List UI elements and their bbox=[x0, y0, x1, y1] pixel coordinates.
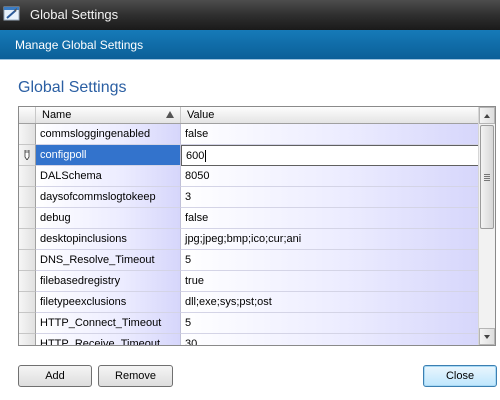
setting-name-cell[interactable]: desktopinclusions bbox=[36, 229, 181, 250]
setting-name-cell[interactable]: HTTP_Receive_Timeout bbox=[36, 334, 181, 345]
setting-value-cell[interactable]: 8050 bbox=[181, 166, 479, 187]
setting-name-cell[interactable]: commsloggingenabled bbox=[36, 124, 181, 145]
setting-value-text: 600 bbox=[186, 150, 205, 162]
setting-value-cell[interactable]: 30 bbox=[181, 334, 479, 345]
header-title: Manage Global Settings bbox=[15, 38, 144, 52]
column-header-name[interactable]: Name bbox=[36, 107, 181, 123]
setting-value-cell[interactable]: 5 bbox=[181, 313, 479, 334]
row-selector[interactable] bbox=[19, 250, 36, 271]
setting-value-cell[interactable]: false bbox=[181, 208, 479, 229]
setting-name-cell[interactable]: filetypeexclusions bbox=[36, 292, 181, 313]
row-selector[interactable] bbox=[19, 208, 36, 229]
setting-name-cell[interactable]: DNS_Resolve_Timeout bbox=[36, 250, 181, 271]
setting-value-editor[interactable]: 600 bbox=[181, 145, 479, 166]
pencil-icon bbox=[24, 150, 30, 160]
text-caret bbox=[205, 150, 207, 163]
row-selector[interactable] bbox=[19, 313, 36, 334]
add-button[interactable]: Add bbox=[18, 365, 92, 387]
scrollbar-thumb[interactable] bbox=[480, 125, 494, 229]
table-row[interactable]: desktopinclusions jpg;jpeg;bmp;ico;cur;a… bbox=[19, 229, 479, 250]
page-heading: Global Settings bbox=[18, 79, 127, 96]
settings-grid: Name Value commsloggingenabled false con… bbox=[18, 106, 496, 346]
grip-line bbox=[484, 180, 490, 181]
grip-line bbox=[484, 174, 490, 175]
row-selector[interactable] bbox=[19, 292, 36, 313]
row-selector[interactable] bbox=[19, 187, 36, 208]
row-selector[interactable] bbox=[19, 124, 36, 145]
table-row[interactable]: HTTP_Connect_Timeout 5 bbox=[19, 313, 479, 334]
setting-value-cell[interactable]: dll;exe;sys;pst;ost bbox=[181, 292, 479, 313]
setting-value-cell[interactable]: 5 bbox=[181, 250, 479, 271]
column-header-name-label: Name bbox=[42, 109, 72, 121]
setting-name-cell[interactable]: filebasedregistry bbox=[36, 271, 181, 292]
table-row[interactable]: filebasedregistry true bbox=[19, 271, 479, 292]
grid-corner-cell[interactable] bbox=[19, 107, 36, 123]
row-selector[interactable] bbox=[19, 229, 36, 250]
table-row-selected[interactable]: configpoll 600 bbox=[19, 145, 479, 166]
arrow-up-icon bbox=[484, 114, 490, 118]
setting-name-cell[interactable]: debug bbox=[36, 208, 181, 229]
scroll-down-button[interactable] bbox=[479, 328, 495, 345]
title-bar: Global Settings bbox=[0, 0, 500, 30]
grip-line bbox=[484, 176, 490, 177]
table-row[interactable]: DALSchema 8050 bbox=[19, 166, 479, 187]
scroll-up-button[interactable] bbox=[479, 107, 495, 124]
setting-value-cell[interactable]: false bbox=[181, 124, 479, 145]
remove-button[interactable]: Remove bbox=[98, 365, 173, 387]
column-header-value[interactable]: Value bbox=[181, 107, 479, 123]
row-selector[interactable] bbox=[19, 145, 36, 166]
settings-window-icon bbox=[3, 6, 20, 21]
table-row[interactable]: filetypeexclusions dll;exe;sys;pst;ost bbox=[19, 292, 479, 313]
table-row[interactable]: daysofcommslogtokeep 3 bbox=[19, 187, 479, 208]
sort-ascending-icon bbox=[166, 111, 174, 118]
table-row[interactable]: HTTP_Receive_Timeout 30 bbox=[19, 334, 479, 345]
row-selector[interactable] bbox=[19, 271, 36, 292]
grid-header-row: Name Value bbox=[19, 107, 479, 124]
setting-value-cell[interactable]: true bbox=[181, 271, 479, 292]
setting-value-cell[interactable]: 3 bbox=[181, 187, 479, 208]
setting-name-cell[interactable]: daysofcommslogtokeep bbox=[36, 187, 181, 208]
window-title: Global Settings bbox=[30, 7, 119, 22]
content-area: Global Settings Name Value commslogginge… bbox=[0, 60, 500, 400]
column-header-value-label: Value bbox=[187, 109, 215, 121]
setting-name-cell[interactable]: DALSchema bbox=[36, 166, 181, 187]
header-band: Manage Global Settings bbox=[0, 30, 500, 60]
table-row[interactable]: DNS_Resolve_Timeout 5 bbox=[19, 250, 479, 271]
setting-name-cell[interactable]: HTTP_Connect_Timeout bbox=[36, 313, 181, 334]
setting-name-cell[interactable]: configpoll bbox=[36, 145, 181, 166]
arrow-down-icon bbox=[484, 335, 490, 339]
grid-rows: commsloggingenabled false configpoll 600… bbox=[19, 124, 479, 345]
row-selector[interactable] bbox=[19, 166, 36, 187]
vertical-scrollbar[interactable] bbox=[478, 107, 495, 345]
table-row[interactable]: commsloggingenabled false bbox=[19, 124, 479, 145]
grip-line bbox=[484, 178, 490, 179]
table-row[interactable]: debug false bbox=[19, 208, 479, 229]
setting-value-cell[interactable]: jpg;jpeg;bmp;ico;cur;ani bbox=[181, 229, 479, 250]
close-button[interactable]: Close bbox=[423, 365, 497, 387]
row-selector[interactable] bbox=[19, 334, 36, 345]
